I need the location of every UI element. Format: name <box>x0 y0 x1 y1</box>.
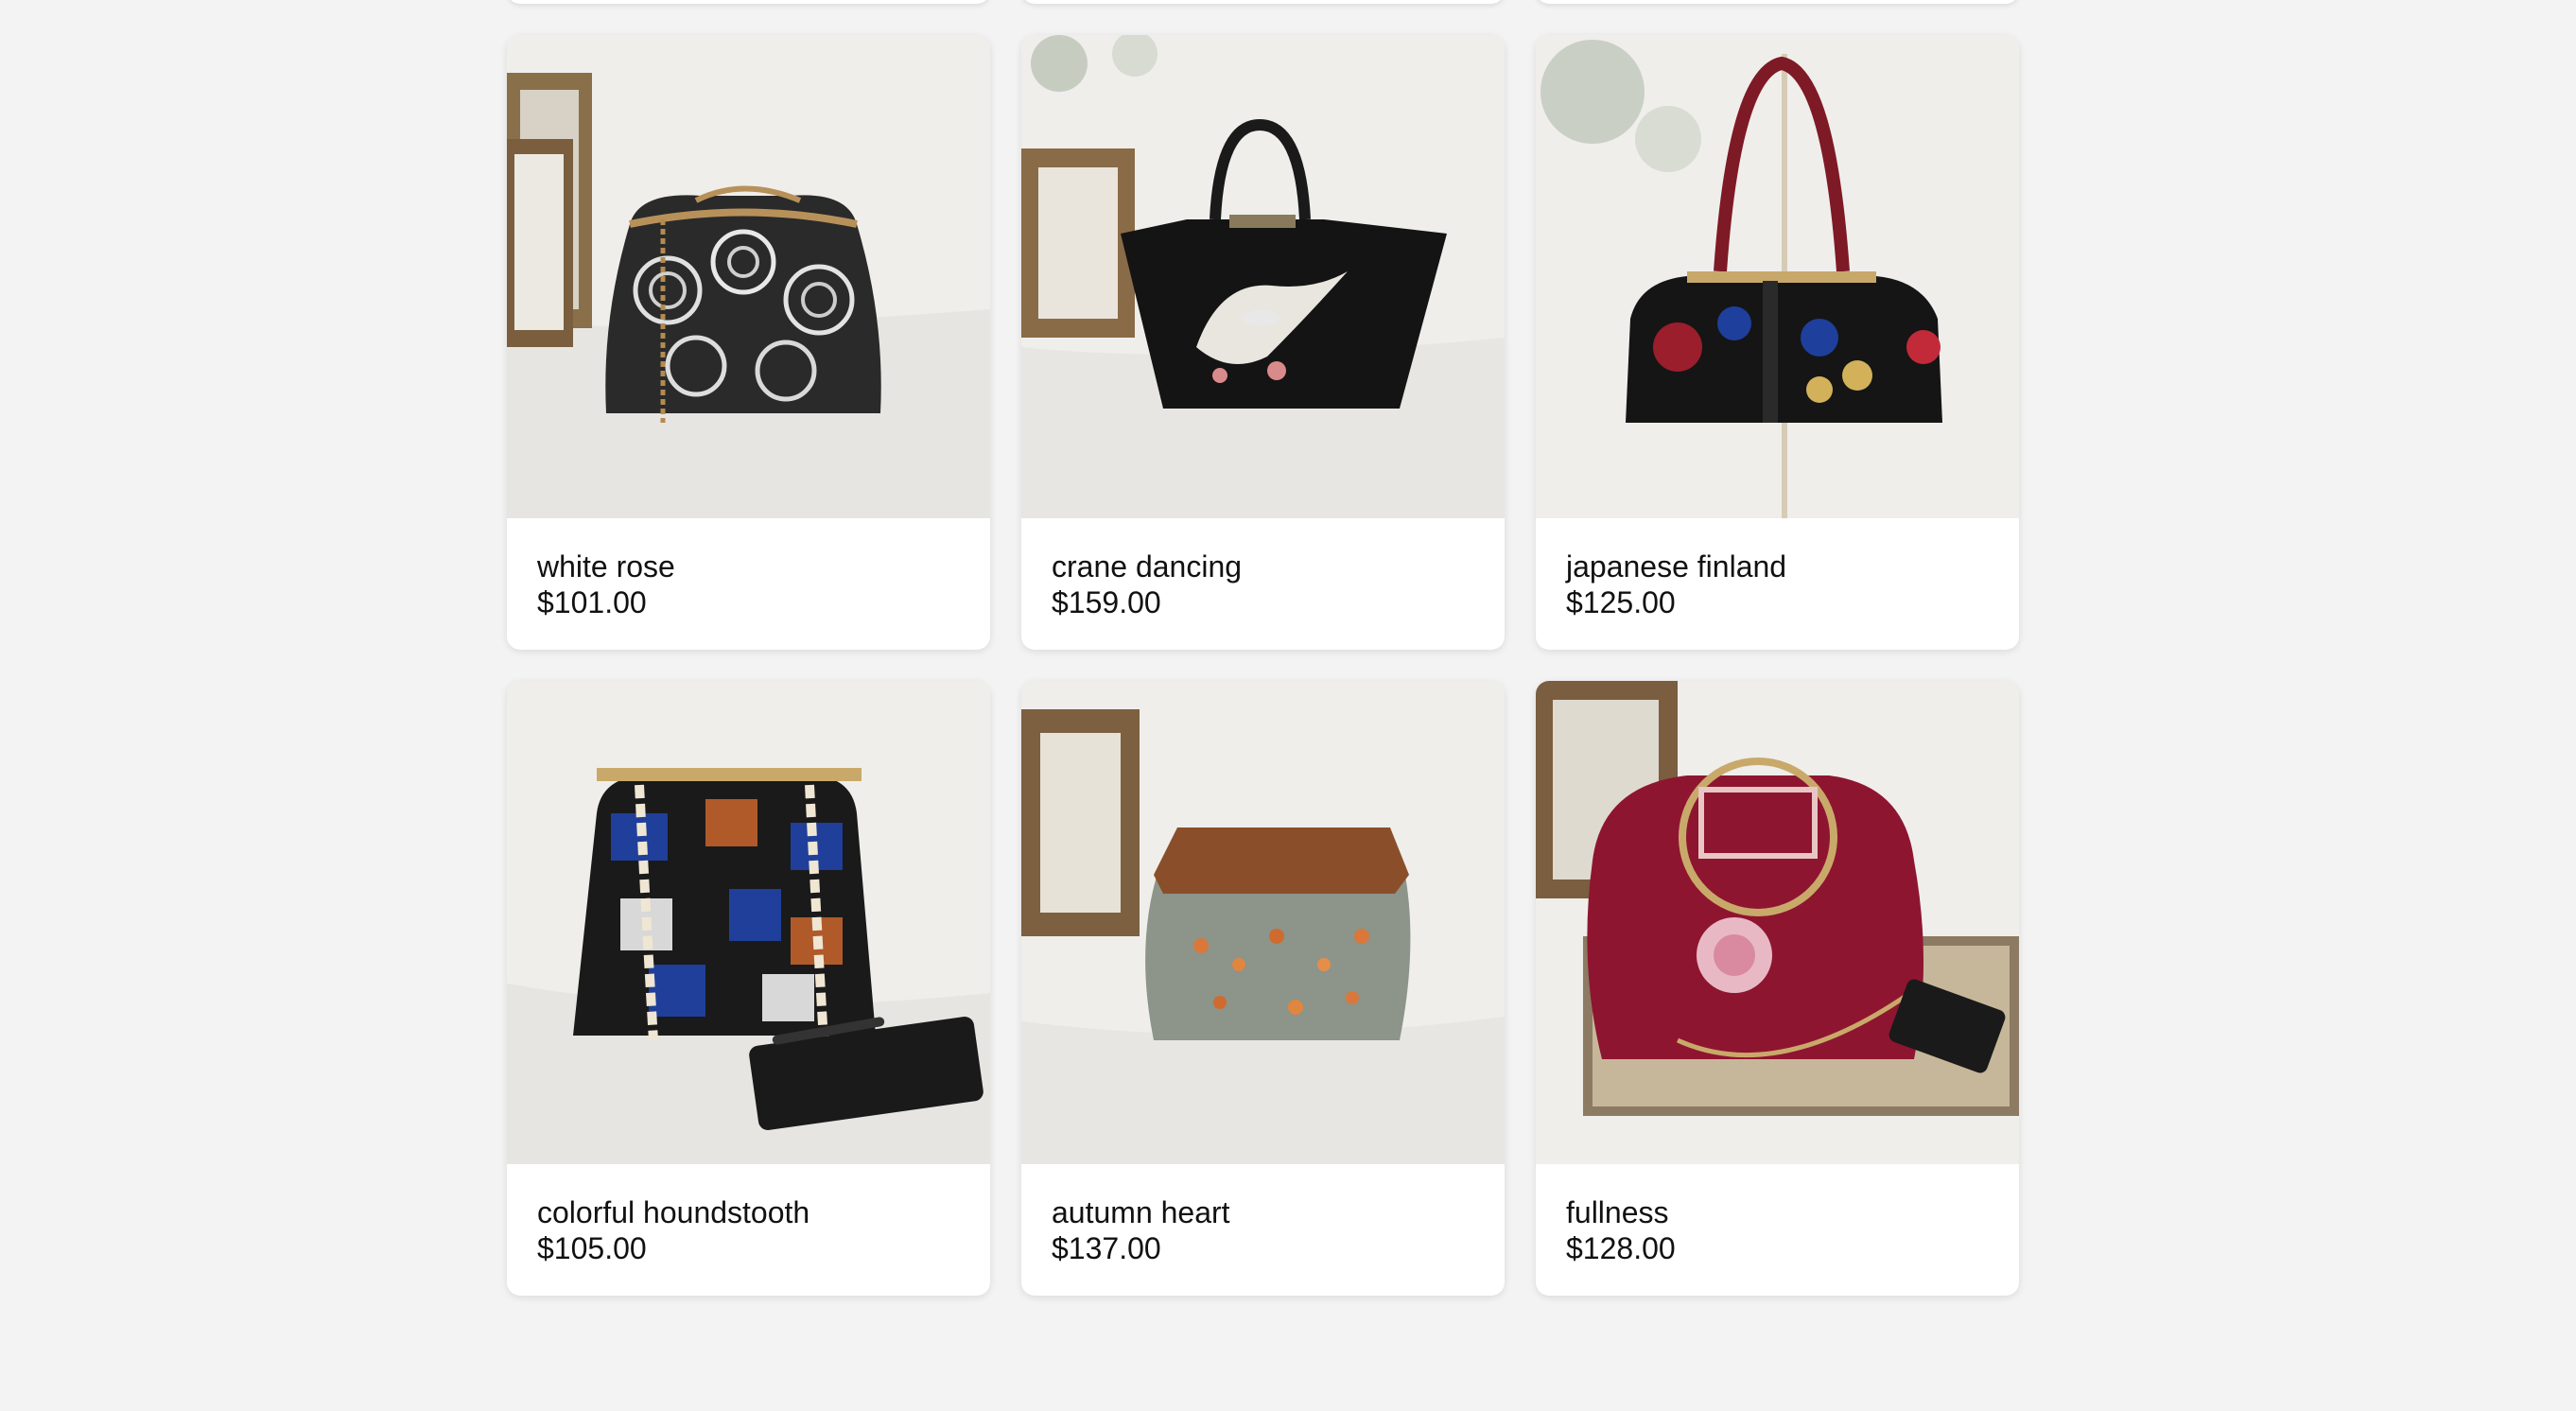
product-info: fullness $128.00 <box>1536 1164 2019 1266</box>
product-name[interactable]: fullness <box>1566 1194 1989 1230</box>
product-image[interactable] <box>507 681 990 1164</box>
product-grid-page: white rose $101.00 crane dancing $159.00… <box>0 0 2576 1411</box>
handbag-illustration <box>1536 681 2019 1164</box>
handbag-illustration <box>1021 681 1505 1164</box>
product-name[interactable]: autumn heart <box>1052 1194 1474 1230</box>
product-name[interactable]: colorful houndstooth <box>537 1194 960 1230</box>
product-card-partial[interactable] <box>1536 0 2019 4</box>
previous-row-cards <box>507 0 2019 4</box>
handbag-illustration <box>507 681 990 1164</box>
product-card[interactable]: autumn heart $137.00 <box>1021 681 1505 1296</box>
product-price: $128.00 <box>1566 1231 1676 1265</box>
product-image[interactable] <box>1021 35 1505 518</box>
product-card[interactable]: fullness $128.00 <box>1536 681 2019 1296</box>
product-image[interactable] <box>1536 681 2019 1164</box>
product-name[interactable]: crane dancing <box>1052 549 1474 584</box>
handbag-illustration <box>507 35 990 518</box>
product-price: $101.00 <box>537 585 647 619</box>
product-card[interactable]: crane dancing $159.00 <box>1021 35 1505 650</box>
product-price: $105.00 <box>537 1231 647 1265</box>
handbag-illustration <box>1536 35 2019 518</box>
product-info: japanese finland $125.00 <box>1536 518 2019 620</box>
product-card-partial[interactable] <box>1021 0 1505 4</box>
product-info: crane dancing $159.00 <box>1021 518 1505 620</box>
product-image[interactable] <box>1536 35 2019 518</box>
product-grid: white rose $101.00 crane dancing $159.00… <box>507 35 2019 1296</box>
product-name[interactable]: white rose <box>537 549 960 584</box>
product-price: $159.00 <box>1052 585 1161 619</box>
product-price: $125.00 <box>1566 585 1676 619</box>
product-card[interactable]: white rose $101.00 <box>507 35 990 650</box>
product-card-partial[interactable] <box>507 0 990 4</box>
product-info: white rose $101.00 <box>507 518 990 620</box>
product-info: colorful houndstooth $105.00 <box>507 1164 990 1266</box>
product-image[interactable] <box>507 35 990 518</box>
product-price: $137.00 <box>1052 1231 1161 1265</box>
product-card[interactable]: colorful houndstooth $105.00 <box>507 681 990 1296</box>
product-info: autumn heart $137.00 <box>1021 1164 1505 1266</box>
product-card[interactable]: japanese finland $125.00 <box>1536 35 2019 650</box>
handbag-illustration <box>1021 35 1505 518</box>
product-name[interactable]: japanese finland <box>1566 549 1989 584</box>
product-image[interactable] <box>1021 681 1505 1164</box>
